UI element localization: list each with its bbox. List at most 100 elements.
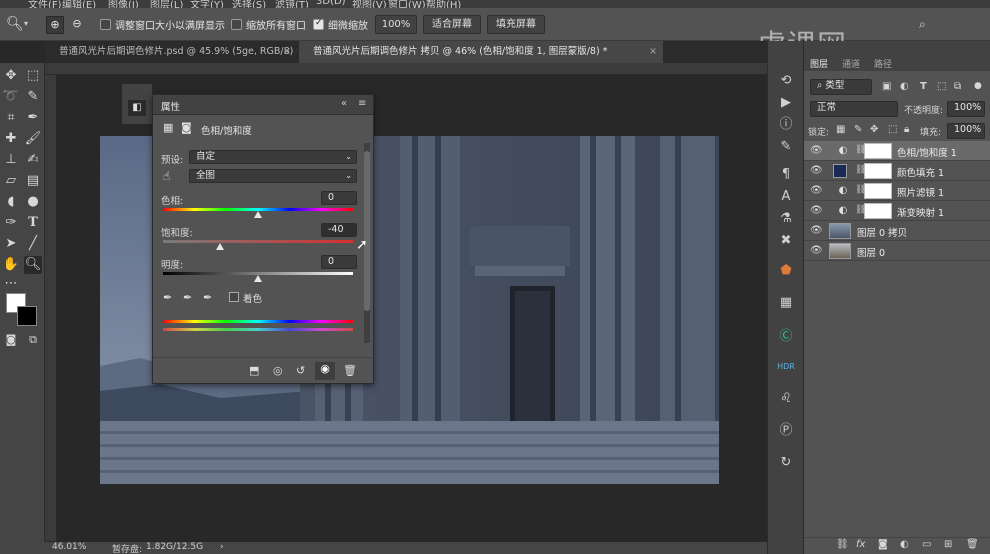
screen-mode-icon[interactable]: ⧉ — [24, 331, 42, 349]
close-icon[interactable]: × — [649, 41, 657, 63]
lasso-tool-icon[interactable]: ➰ — [2, 88, 20, 106]
zoom-tool-icon[interactable]: 🔍︎ — [6, 16, 24, 32]
eyedropper-plus-icon[interactable]: ✒ — [183, 291, 192, 304]
info-icon[interactable]: ⓘ — [776, 115, 796, 135]
fit-screen-button[interactable]: 适合屏幕 — [423, 15, 481, 34]
menu-item[interactable]: 滤镜(T) — [275, 0, 309, 8]
close-icon[interactable]: × — [283, 41, 291, 63]
lock-pixels-icon[interactable]: ✎ — [854, 124, 862, 135]
targeted-adjust-icon[interactable]: ☝ — [163, 169, 170, 183]
play-icon[interactable]: ▶ — [776, 93, 796, 113]
filter-smart-icon[interactable]: ⧉ — [954, 81, 961, 92]
visibility-toggle-icon[interactable]: ◉ — [315, 362, 335, 380]
layer-mask-thumbnail[interactable] — [864, 203, 892, 219]
panel-menu-icon[interactable]: ≡ — [358, 98, 366, 109]
more-tools-icon[interactable]: ⋯ — [2, 275, 20, 293]
menu-item[interactable]: 文字(Y) — [190, 0, 224, 8]
eye-icon[interactable]: 👁︎ — [810, 205, 823, 217]
c-plugin-icon[interactable]: Ⓒ — [776, 327, 796, 347]
eraser-tool-icon[interactable]: ▱ — [2, 172, 20, 190]
blur-tool-icon[interactable]: ◖ — [2, 193, 20, 211]
colorize-checkbox[interactable] — [229, 292, 239, 302]
reset-icon[interactable]: ↺ — [296, 364, 305, 377]
channel-select[interactable]: 全图 ⌄ — [189, 169, 357, 183]
filter-type-icon[interactable]: T — [920, 81, 927, 92]
menu-item[interactable]: 视图(V) — [352, 0, 387, 8]
menu-item[interactable]: 文件(F) — [28, 0, 62, 8]
brush-settings-icon[interactable]: ✎ — [776, 137, 796, 157]
new-adjustment-icon[interactable]: ◐ — [900, 539, 909, 550]
grid-plugin-icon[interactable]: ▦ — [776, 293, 796, 313]
menu-item[interactable]: 图像(I) — [108, 0, 139, 8]
blend-mode-select[interactable]: 正常 — [810, 101, 898, 117]
layer-row[interactable]: 👁︎ ⛓ 颜色填充 1 — [804, 161, 990, 181]
tab-paths[interactable]: 路径 — [874, 57, 892, 70]
lock-position-icon[interactable]: ✥ — [870, 124, 878, 135]
layer-row[interactable]: 👁︎ 图层 0 — [804, 241, 990, 261]
menu-item[interactable]: 3D(D) — [316, 0, 346, 7]
layer-mask-thumbnail[interactable] — [864, 183, 892, 199]
quick-select-tool-icon[interactable]: ✎ — [24, 88, 42, 106]
zoom-all-checkbox[interactable] — [231, 19, 242, 30]
layer-row[interactable]: 👁︎ ◐ ⛓ 渐变映射 1 — [804, 201, 990, 221]
gradient-tool-icon[interactable]: ▤ — [24, 172, 42, 190]
eye-icon[interactable]: 👁︎ — [810, 165, 823, 177]
zoom-value-button[interactable]: 100% — [375, 15, 417, 34]
layer-mask-thumbnail[interactable] — [864, 143, 892, 159]
path-select-tool-icon[interactable]: ➤ — [2, 235, 20, 253]
menu-item[interactable]: 窗口(W) — [388, 0, 426, 8]
history-icon[interactable]: ⟲ — [776, 71, 796, 91]
saturation-value-input[interactable]: -40 — [321, 223, 357, 237]
eyedropper-minus-icon[interactable]: ✒ — [203, 291, 212, 304]
scrubby-zoom-checkbox[interactable] — [313, 18, 324, 30]
tools-cross-icon[interactable]: ✖ — [776, 231, 796, 251]
layer-row[interactable]: 👁︎ ◐ ⛓ 色相/饱和度 1 — [804, 141, 990, 161]
tab-layers[interactable]: 图层 — [810, 57, 828, 70]
menu-item[interactable]: 图层(L) — [150, 0, 183, 8]
background-color-swatch[interactable] — [17, 306, 37, 326]
adjust-icon[interactable]: ⚗ — [776, 209, 796, 229]
fx-icon[interactable]: fx — [856, 539, 865, 550]
filter-pixel-icon[interactable]: ▣ — [882, 81, 891, 92]
adjustments-icon[interactable]: ◧ — [128, 100, 146, 116]
hue-value-input[interactable]: 0 — [321, 191, 357, 205]
opacity-input[interactable]: 100% — [947, 101, 985, 117]
crop-tool-icon[interactable]: ⌗ — [2, 109, 20, 127]
history-brush-icon[interactable]: ✍ — [24, 151, 42, 169]
view-previous-icon[interactable]: ◎ — [273, 364, 283, 377]
hdr-plugin-icon[interactable]: HDR — [776, 357, 796, 377]
resize-windows-checkbox[interactable] — [100, 19, 111, 30]
character-icon[interactable]: A — [776, 187, 796, 207]
lock-artboard-icon[interactable]: ⬚ — [888, 124, 897, 135]
tab-document-2[interactable]: 普通风光片后期调色修片 拷贝 @ 46% (色相/饱和度 1, 图层蒙版/8) … — [299, 41, 663, 63]
link-layers-icon[interactable]: ⛓ — [836, 539, 849, 550]
filter-toggle-icon[interactable]: ● — [974, 81, 982, 91]
healing-tool-icon[interactable]: ✚ — [2, 130, 20, 148]
eye-icon[interactable]: 👁︎ — [810, 245, 823, 257]
layer-filter-select[interactable]: ⌕ 类型 — [810, 79, 872, 95]
zoom-tool-icon[interactable]: 🔍︎ — [24, 256, 42, 274]
brush-tool-icon[interactable]: 🖌︎ — [24, 130, 42, 148]
tab-channels[interactable]: 通道 — [842, 57, 860, 70]
fill-screen-button[interactable]: 填充屏幕 — [487, 15, 545, 34]
menu-item[interactable]: 选择(S) — [232, 0, 266, 8]
eye-icon[interactable]: 👁︎ — [810, 185, 823, 197]
paragraph-icon[interactable]: ¶ — [776, 165, 796, 185]
chevron-down-icon[interactable]: ▾ — [24, 19, 28, 28]
menu-item[interactable]: 编辑(E) — [62, 0, 96, 8]
lightness-slider-thumb[interactable] — [254, 275, 262, 282]
zoom-in-button[interactable]: ⊕ — [46, 16, 64, 34]
zoom-out-button[interactable]: ⊖ — [68, 16, 86, 34]
marquee-tool-icon[interactable]: ⬚ — [24, 67, 42, 85]
delete-icon[interactable]: 🗑︎ — [343, 364, 357, 377]
refresh-plugin-icon[interactable]: ↻ — [776, 453, 796, 473]
lion-plugin-icon[interactable]: ♌ — [776, 389, 796, 409]
pen-tool-icon[interactable]: ✑ — [2, 214, 20, 232]
dodge-tool-icon[interactable]: ● — [24, 193, 42, 211]
eyedropper-icon[interactable]: ✒ — [163, 291, 172, 304]
layer-thumbnail[interactable] — [829, 243, 851, 259]
clip-to-layer-icon[interactable]: ⬒ — [249, 364, 259, 377]
stamp-tool-icon[interactable]: ⊥ — [2, 151, 20, 169]
eye-icon[interactable]: 👁︎ — [810, 145, 823, 157]
delete-layer-icon[interactable]: 🗑︎ — [966, 539, 979, 550]
